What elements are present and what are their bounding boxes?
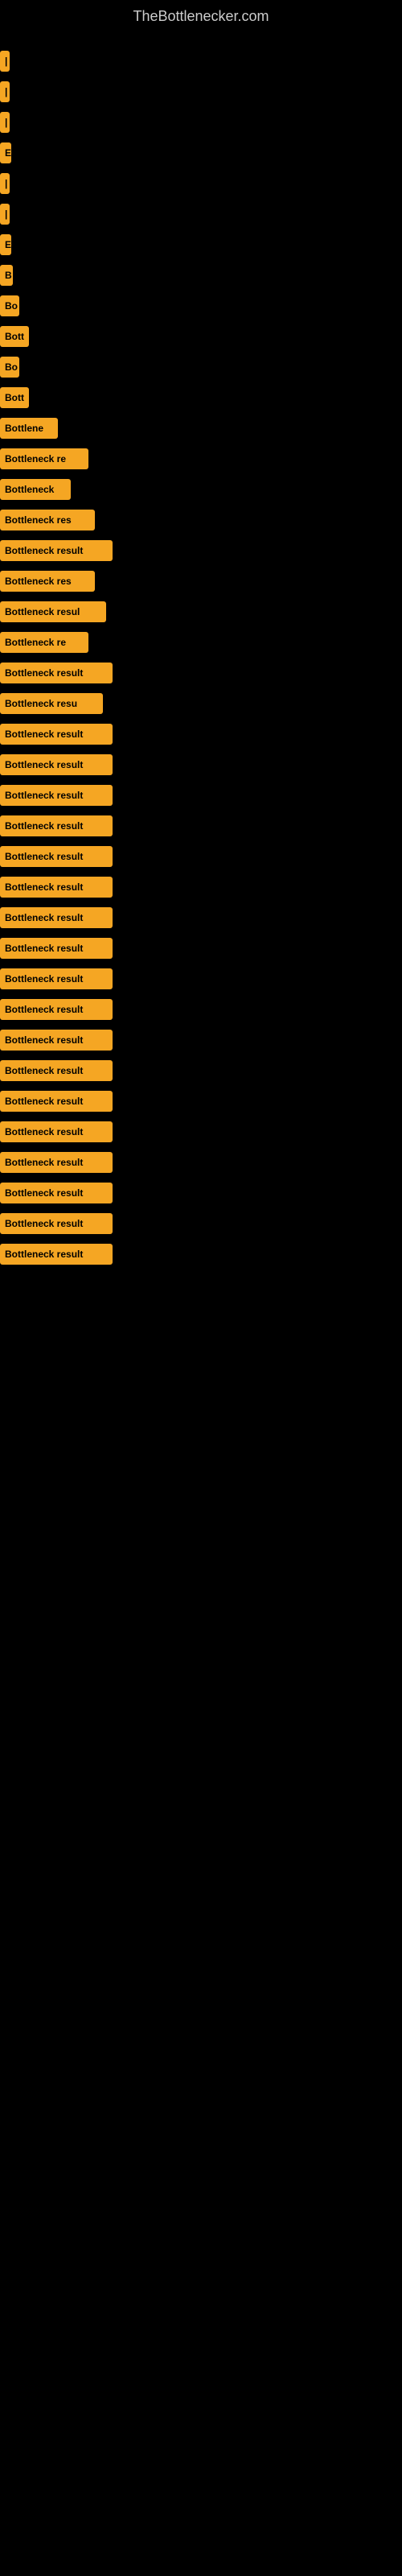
- bar-label: Bott: [0, 326, 29, 347]
- bar-row: Bottleneck result: [0, 906, 402, 930]
- bar-row: Bottleneck result: [0, 1089, 402, 1113]
- bar-row: Bottleneck result: [0, 844, 402, 869]
- bar-label: Bottlene: [0, 418, 58, 439]
- bar-row: Bottleneck: [0, 477, 402, 502]
- bar-row: B: [0, 263, 402, 287]
- bar-label: Bott: [0, 387, 29, 408]
- bar-label: Bottleneck result: [0, 938, 113, 959]
- bar-label: Bottleneck result: [0, 1213, 113, 1234]
- bar-label: Bottleneck result: [0, 663, 113, 683]
- bar-label: Bo: [0, 357, 19, 378]
- bar-label: Bottleneck result: [0, 907, 113, 928]
- bar-row: Bottleneck result: [0, 783, 402, 807]
- bar-label: Bottleneck result: [0, 1091, 113, 1112]
- bar-row: Bottleneck result: [0, 967, 402, 991]
- bar-row: |: [0, 171, 402, 196]
- bar-label: Bottleneck result: [0, 1152, 113, 1173]
- bar-row: |: [0, 110, 402, 134]
- bar-row: Bottlene: [0, 416, 402, 440]
- bar-label: Bottleneck res: [0, 510, 95, 530]
- bar-label: E: [0, 234, 11, 255]
- bar-label: Bottleneck result: [0, 1244, 113, 1265]
- bar-row: Bottleneck result: [0, 936, 402, 960]
- bar-row: Bottleneck result: [0, 997, 402, 1022]
- bar-label: Bottleneck result: [0, 1183, 113, 1203]
- bar-row: |: [0, 49, 402, 73]
- bars-container: |||E||EBBoBottBoBottBottleneBottleneck r…: [0, 41, 402, 1281]
- bar-row: Bottleneck result: [0, 753, 402, 777]
- bar-row: Bottleneck re: [0, 630, 402, 654]
- bar-label: Bottleneck res: [0, 571, 95, 592]
- bar-row: Bottleneck result: [0, 722, 402, 746]
- bar-label: E: [0, 142, 11, 163]
- bar-row: Bo: [0, 294, 402, 318]
- bar-row: Bottleneck result: [0, 1150, 402, 1174]
- bar-label: Bottleneck result: [0, 1060, 113, 1081]
- bar-row: E: [0, 141, 402, 165]
- bar-row: E: [0, 233, 402, 257]
- bar-label: B: [0, 265, 13, 286]
- bar-label: Bottleneck result: [0, 785, 113, 806]
- bar-row: |: [0, 80, 402, 104]
- bar-label: |: [0, 51, 10, 72]
- bar-row: Bottleneck result: [0, 814, 402, 838]
- bar-row: Bottleneck result: [0, 1242, 402, 1266]
- bar-label: Bottleneck result: [0, 815, 113, 836]
- bar-label: Bo: [0, 295, 19, 316]
- bar-row: Bottleneck result: [0, 1120, 402, 1144]
- bar-row: Bottleneck re: [0, 447, 402, 471]
- bar-label: Bottleneck result: [0, 754, 113, 775]
- bar-row: Bottleneck result: [0, 1059, 402, 1083]
- bar-label: Bottleneck re: [0, 448, 88, 469]
- bar-label: Bottleneck resul: [0, 601, 106, 622]
- bar-row: Bottleneck resul: [0, 600, 402, 624]
- bar-row: Bottleneck result: [0, 539, 402, 563]
- bar-row: Bo: [0, 355, 402, 379]
- bar-label: |: [0, 204, 10, 225]
- bar-row: Bottleneck resu: [0, 691, 402, 716]
- bar-row: Bottleneck res: [0, 508, 402, 532]
- bar-row: Bottleneck result: [0, 1028, 402, 1052]
- bar-row: Bottleneck result: [0, 875, 402, 899]
- bar-label: |: [0, 112, 10, 133]
- bar-row: Bottleneck result: [0, 661, 402, 685]
- bar-row: Bottleneck result: [0, 1212, 402, 1236]
- bar-row: Bott: [0, 324, 402, 349]
- site-title: TheBottlenecker.com: [0, 0, 402, 41]
- bar-row: |: [0, 202, 402, 226]
- bar-label: Bottleneck result: [0, 968, 113, 989]
- bar-label: Bottleneck result: [0, 1121, 113, 1142]
- bar-label: |: [0, 173, 10, 194]
- bar-label: Bottleneck result: [0, 540, 113, 561]
- bar-label: Bottleneck resu: [0, 693, 103, 714]
- bar-label: Bottleneck result: [0, 846, 113, 867]
- bar-row: Bottleneck res: [0, 569, 402, 593]
- bar-label: Bottleneck result: [0, 999, 113, 1020]
- bar-label: Bottleneck: [0, 479, 71, 500]
- bar-label: |: [0, 81, 10, 102]
- bar-label: Bottleneck re: [0, 632, 88, 653]
- bar-row: Bott: [0, 386, 402, 410]
- bar-row: Bottleneck result: [0, 1181, 402, 1205]
- bar-label: Bottleneck result: [0, 877, 113, 898]
- bar-label: Bottleneck result: [0, 724, 113, 745]
- bar-label: Bottleneck result: [0, 1030, 113, 1051]
